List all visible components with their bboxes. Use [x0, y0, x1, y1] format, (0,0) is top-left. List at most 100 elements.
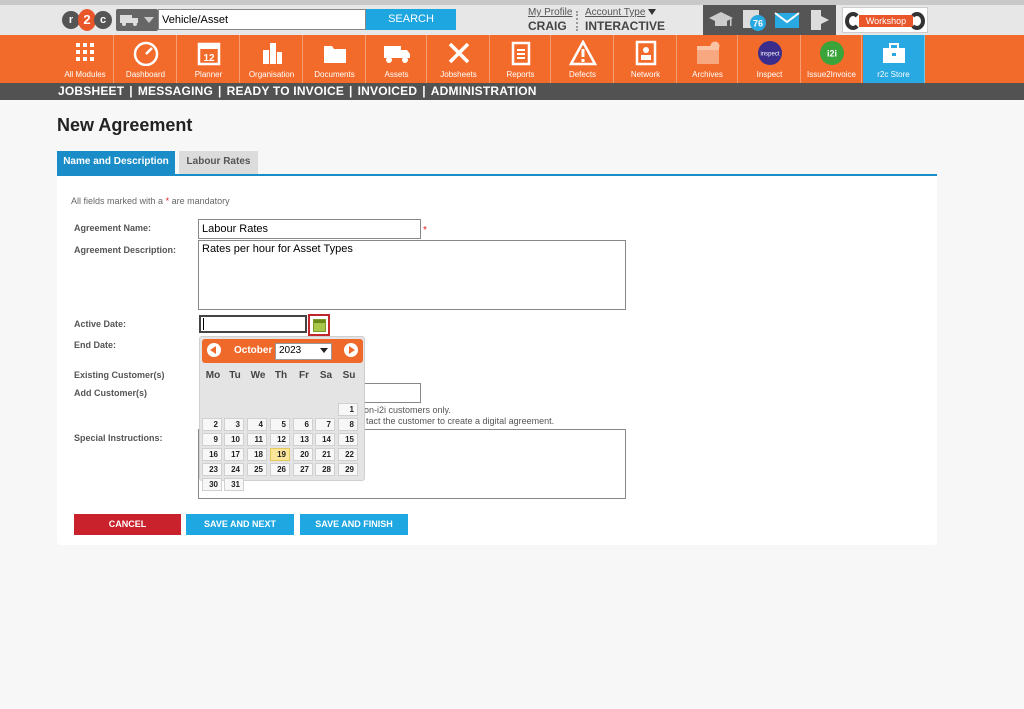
mail-icon[interactable] — [774, 8, 800, 32]
year-select[interactable]: 2023 — [275, 343, 332, 360]
archive-box-icon — [696, 41, 719, 64]
agreement-description-label: Agreement Description: — [74, 245, 177, 255]
end-date-label: End Date: — [74, 340, 117, 350]
save-and-finish-button[interactable]: SAVE AND FINISH — [300, 514, 408, 535]
chevron-left-icon — [210, 346, 216, 354]
module-label: Planner — [194, 70, 223, 79]
day-of-week-header: Su — [342, 370, 356, 381]
calendar-day[interactable]: 19 — [270, 448, 290, 461]
module-dashboard[interactable]: Dashboard — [115, 35, 177, 83]
svg-text:inspect: inspect — [760, 52, 779, 58]
module-r2c-store[interactable]: r2c Store — [863, 35, 925, 83]
calendar-day[interactable]: 29 — [338, 463, 358, 476]
agreement-description-textarea[interactable]: Rates per hour for Asset Types — [198, 240, 626, 310]
calendar-day[interactable]: 28 — [315, 463, 335, 476]
module-label: Archives — [692, 70, 723, 79]
calendar-button[interactable] — [308, 314, 330, 336]
module-planner[interactable]: 12 Planner — [178, 35, 240, 83]
module-inspect[interactable]: inspect Inspect — [739, 35, 801, 83]
account-type-link[interactable]: Account Type — [585, 7, 645, 18]
subnav-administration[interactable]: ADMINISTRATION — [431, 84, 537, 98]
module-archives[interactable]: Archives — [678, 35, 738, 83]
module-all-modules[interactable]: All Modules — [57, 35, 114, 83]
subnav-invoiced[interactable]: INVOICED — [358, 84, 418, 98]
folder-icon — [323, 46, 346, 63]
tab-name-and-description[interactable]: Name and Description — [57, 151, 175, 175]
prev-month-button[interactable] — [207, 343, 221, 357]
active-date-label: Active Date: — [74, 319, 127, 329]
module-label: r2c Store — [877, 70, 910, 79]
datepicker-header: October 2023 — [202, 339, 363, 363]
calendar-day[interactable]: 11 — [247, 433, 267, 446]
calendar-day[interactable]: 22 — [338, 448, 358, 461]
calendar-day[interactable]: 8 — [338, 418, 358, 431]
calendar-day[interactable]: 3 — [224, 418, 244, 431]
calendar-day[interactable]: 26 — [270, 463, 290, 476]
calendar-day[interactable]: 6 — [293, 418, 313, 431]
profile-block: My Profile CRAIG — [528, 7, 572, 33]
calendar-day[interactable]: 12 — [270, 433, 290, 446]
module-jobsheets[interactable]: Jobsheets — [428, 35, 490, 83]
module-network[interactable]: Network — [615, 35, 677, 83]
calendar-day[interactable]: 4 — [247, 418, 267, 431]
subnav-messaging[interactable]: MESSAGING — [138, 84, 213, 98]
calendar-day[interactable]: 14 — [315, 433, 335, 446]
calendar-day[interactable]: 9 — [202, 433, 222, 446]
calendar-day[interactable]: 30 — [202, 478, 222, 491]
calendar-day[interactable]: 5 — [270, 418, 290, 431]
calendar-day[interactable]: 18 — [247, 448, 267, 461]
calendar-icon — [313, 319, 326, 332]
subnav-jobsheet[interactable]: JOBSHEET — [58, 84, 124, 98]
search-input[interactable] — [158, 9, 366, 30]
search-button[interactable]: SEARCH — [366, 9, 456, 30]
chevron-down-icon — [144, 17, 154, 23]
calendar-day[interactable]: 23 — [202, 463, 222, 476]
workshop-button[interactable]: Workshop — [842, 7, 928, 33]
calendar-day[interactable]: 24 — [224, 463, 244, 476]
calendar-day[interactable]: 15 — [338, 433, 358, 446]
logout-icon[interactable] — [807, 8, 833, 32]
cancel-button[interactable]: CANCEL — [74, 514, 181, 535]
day-of-week-header: Mo — [205, 370, 221, 381]
module-label: All Modules — [64, 70, 106, 79]
r2c-logo[interactable]: r 2 c — [62, 9, 112, 31]
next-month-button[interactable] — [344, 343, 358, 357]
add-customers-label: Add Customer(s) — [74, 388, 148, 398]
day-of-week-header: Sa — [319, 370, 333, 381]
notification-icon[interactable]: 76 — [741, 8, 767, 32]
active-date-input[interactable] — [199, 315, 307, 333]
vehicle-type-dropdown[interactable] — [116, 9, 158, 31]
module-label: Reports — [506, 70, 535, 79]
module-issue2invoice[interactable]: i2i Issue2Invoice — [802, 35, 862, 83]
datepicker-popup: October 2023 Mo Tu We Th Fr Sa Su 1 2 3 4 5 6 7 8 9 10 11… — [199, 336, 365, 491]
calendar-day[interactable]: 25 — [247, 463, 267, 476]
truck-icon — [383, 46, 410, 63]
chevron-down-icon — [648, 9, 657, 16]
calendar-day[interactable]: 10 — [224, 433, 244, 446]
calendar-day[interactable]: 1 — [338, 403, 358, 416]
my-profile-link[interactable]: My Profile — [528, 7, 572, 18]
module-documents[interactable]: Documents — [304, 35, 366, 83]
module-defects[interactable]: Defects — [552, 35, 614, 83]
calendar-day[interactable]: 7 — [315, 418, 335, 431]
graduation-cap-icon[interactable] — [708, 8, 734, 32]
calendar-day[interactable]: 13 — [293, 433, 313, 446]
calendar-day[interactable]: 31 — [224, 478, 244, 491]
tools-icon — [448, 42, 469, 64]
agreement-name-input[interactable] — [198, 219, 421, 239]
calendar-day[interactable]: 27 — [293, 463, 313, 476]
calendar-day[interactable]: 20 — [293, 448, 313, 461]
add-customer-input[interactable] — [363, 383, 421, 403]
tab-labour-rates[interactable]: Labour Rates — [179, 151, 258, 175]
calendar-day[interactable]: 16 — [202, 448, 222, 461]
subnav-ready-to-invoice[interactable]: READY TO INVOICE — [227, 84, 344, 98]
module-label: Documents — [314, 70, 355, 79]
module-organisation[interactable]: Organisation — [241, 35, 303, 83]
module-reports[interactable]: Reports — [491, 35, 551, 83]
calendar-day[interactable]: 21 — [315, 448, 335, 461]
calendar-day[interactable]: 2 — [202, 418, 222, 431]
module-assets[interactable]: Assets — [367, 35, 427, 83]
save-and-next-button[interactable]: SAVE AND NEXT — [186, 514, 294, 535]
calendar-day[interactable]: 17 — [224, 448, 244, 461]
page-title: New Agreement — [57, 115, 193, 135]
